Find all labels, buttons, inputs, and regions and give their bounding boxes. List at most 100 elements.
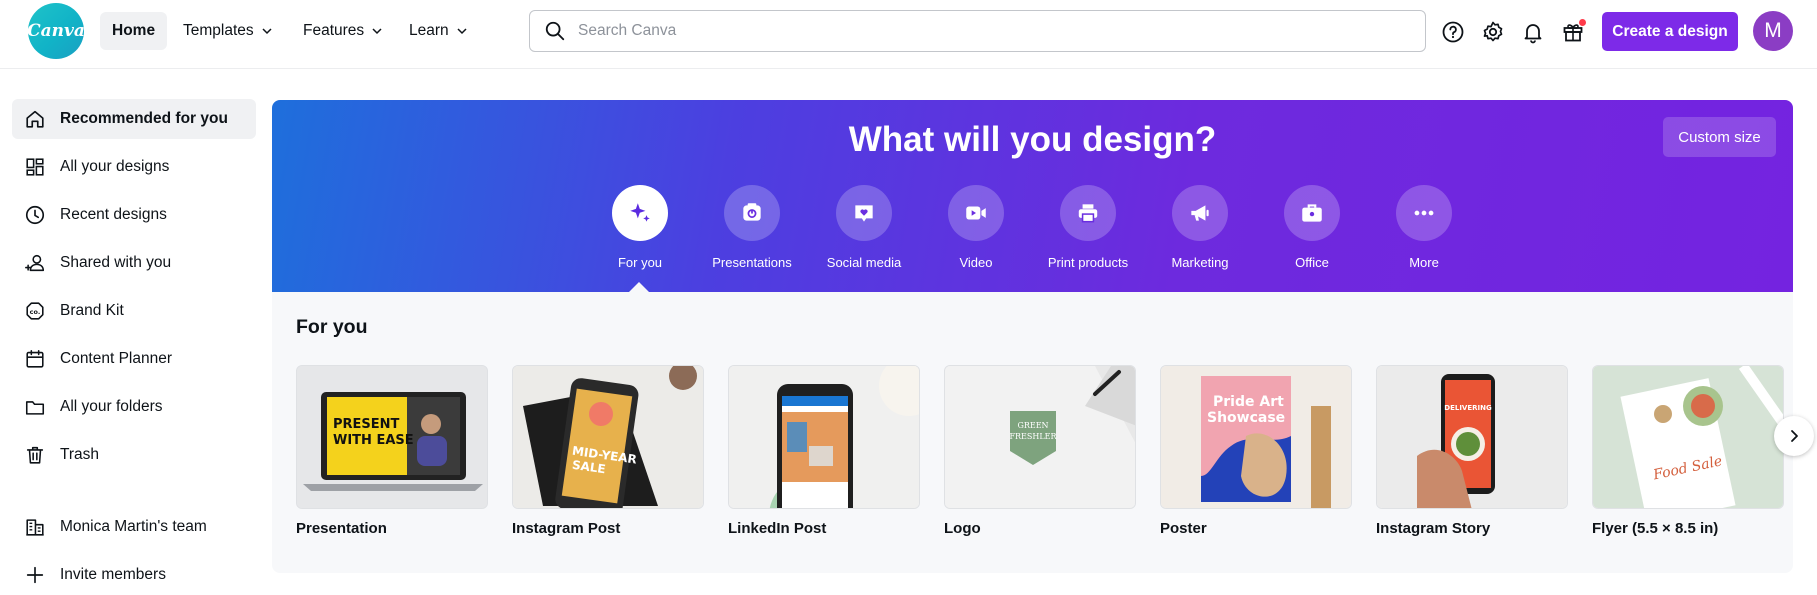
sidebar-item-brand-kit[interactable]: co. Brand Kit (12, 291, 256, 331)
category-label: Marketing (1171, 255, 1229, 270)
template-tile-flyer[interactable]: Food Sale Flyer (5.5 × 8.5 in) (1592, 365, 1784, 537)
category-circle (1396, 185, 1452, 241)
template-tile-instagram-story[interactable]: DELIVERING Instagram Story (1376, 365, 1568, 537)
avatar[interactable]: M (1753, 11, 1793, 51)
category-circle (948, 185, 1004, 241)
category-circle (612, 185, 668, 241)
sidebar-item-label: All your folders (60, 398, 163, 415)
active-category-caret (628, 282, 650, 293)
template-tile-instagram-post[interactable]: MID-YEAR SALE Instagram Post (512, 365, 704, 537)
sidebar-item-label: Brand Kit (60, 302, 124, 319)
video-icon (966, 206, 986, 220)
sidebar-item-label: Content Planner (60, 350, 173, 367)
nav-templates-label: Templates (183, 22, 254, 39)
sidebar-item-recommended[interactable]: Recommended for you (12, 99, 256, 139)
thumb-text-line: Showcase (1207, 410, 1285, 426)
search-bar[interactable] (529, 10, 1426, 52)
category-label: Social media (826, 255, 902, 270)
sidebar-item-label: Recommended for you (60, 110, 228, 127)
notification-dot (1579, 19, 1586, 26)
template-thumbnail: PRESENT WITH EASE (296, 365, 488, 509)
nav-templates[interactable]: Templates (171, 12, 285, 50)
clock-icon (25, 205, 45, 225)
sidebar-item-label: All your designs (60, 158, 170, 175)
category-circle (724, 185, 780, 241)
category-office[interactable]: Office (1252, 185, 1372, 270)
search-input[interactable] (578, 22, 1398, 40)
template-label: Flyer (5.5 × 8.5 in) (1592, 520, 1719, 537)
canva-logo[interactable]: Canva (27, 3, 85, 59)
chevron-down-icon (457, 28, 467, 35)
nav-features-label: Features (303, 22, 365, 39)
gear-icon (1483, 21, 1503, 42)
sidebar-item-recent[interactable]: Recent designs (12, 195, 256, 235)
category-circle (836, 185, 892, 241)
category-label: Office (1295, 255, 1329, 270)
template-tile-logo[interactable]: GREEN FRESHLER Logo (944, 365, 1136, 537)
nav-home[interactable]: Home (100, 12, 168, 50)
search-icon (545, 21, 565, 41)
calendar-icon (26, 349, 44, 368)
category-label: Presentations (712, 255, 792, 270)
notifications-button[interactable] (1520, 19, 1546, 45)
carousel-next-button[interactable] (1774, 416, 1814, 456)
sidebar-item-folders[interactable]: All your folders (12, 387, 256, 427)
main-panel: What will you design? Custom size For yo… (272, 100, 1793, 573)
template-thumbnail: Pride Art Showcase (1160, 365, 1352, 509)
home-icon (26, 110, 44, 128)
nav-home-label: Home (112, 22, 156, 39)
sidebar-item-shared[interactable]: Shared with you (12, 243, 256, 283)
gift-button[interactable] (1560, 19, 1586, 45)
category-label: Video (959, 255, 993, 270)
custom-size-button[interactable]: Custom size (1663, 117, 1776, 157)
folder-icon (25, 401, 45, 415)
category-social-media[interactable]: Social media (804, 185, 924, 270)
chevron-down-icon (262, 28, 272, 35)
section-title: For you (296, 316, 368, 338)
sidebar-item-trash[interactable]: Trash (12, 435, 256, 475)
top-bar: Canva Home Templates Features Learn Crea… (0, 0, 1817, 69)
template-tile-presentation[interactable]: PRESENT WITH EASE Presentation (296, 365, 488, 537)
team-label: Monica Martin's team (60, 518, 207, 535)
people-icon (25, 254, 45, 272)
bell-icon (1524, 24, 1542, 44)
category-for-you[interactable]: For you (580, 185, 700, 270)
template-tile-poster[interactable]: Pride Art Showcase Poster (1160, 365, 1352, 537)
template-thumbnail: MID-YEAR SALE (512, 365, 704, 509)
invite-members[interactable]: Invite members (12, 555, 256, 595)
thumb-text-line: FRESHLER (1009, 432, 1057, 441)
template-label: Poster (1160, 520, 1207, 537)
settings-button[interactable] (1480, 19, 1506, 45)
category-more[interactable]: More (1364, 185, 1484, 270)
sidebar-item-label: Shared with you (60, 254, 172, 271)
sidebar-item-all-designs[interactable]: All your designs (12, 147, 256, 187)
template-tile-linkedin-post[interactable]: LinkedIn Post (728, 365, 920, 537)
sidebar-item-content-planner[interactable]: Content Planner (12, 339, 256, 379)
chevron-down-icon (372, 28, 382, 35)
category-video[interactable]: Video (916, 185, 1036, 270)
chevron-right-icon (1791, 430, 1798, 442)
category-circle (1172, 185, 1228, 241)
more-icon (1414, 210, 1434, 216)
create-design-button[interactable]: Create a design (1602, 12, 1738, 51)
template-thumbnail: Food Sale (1592, 365, 1784, 509)
nav-features[interactable]: Features (291, 12, 395, 50)
nav-learn[interactable]: Learn (397, 12, 480, 50)
category-presentations[interactable]: Presentations (692, 185, 812, 270)
team-building-icon (26, 519, 44, 536)
hero-banner: What will you design? Custom size For yo… (272, 100, 1793, 292)
thumb-text-line: PRESENT (333, 417, 400, 432)
hero-title: What will you design? (848, 120, 1217, 159)
trash-icon (26, 446, 44, 464)
thumb-text-line: GREEN (1017, 421, 1048, 430)
thumb-text-line: Pride Art (1213, 394, 1284, 410)
thumb-text-line: DELIVERING (1444, 404, 1492, 412)
template-thumbnail: GREEN FRESHLER (944, 365, 1136, 509)
briefcase-icon (1302, 204, 1322, 222)
category-marketing[interactable]: Marketing (1140, 185, 1260, 270)
sidebar-team[interactable]: Monica Martin's team (12, 507, 256, 547)
category-print-products[interactable]: Print products (1028, 185, 1148, 270)
help-button[interactable] (1440, 19, 1466, 45)
template-label: Instagram Story (1376, 520, 1491, 537)
plus-icon (26, 566, 44, 584)
